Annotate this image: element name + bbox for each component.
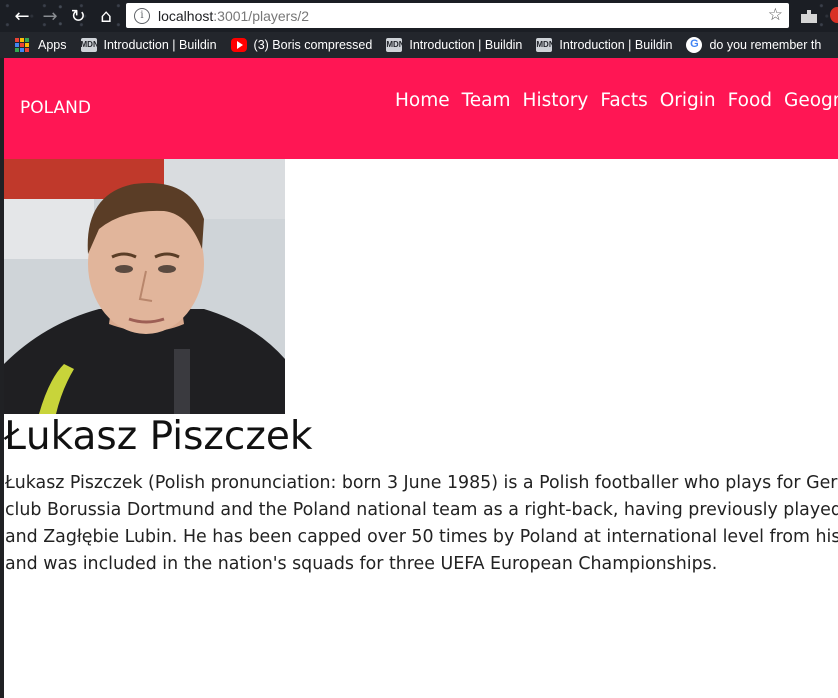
url-text: localhost:3001/players/2 xyxy=(158,7,309,24)
nav-food[interactable]: Food xyxy=(728,90,772,111)
main-nav: Home Team History Facts Origin Food Geog… xyxy=(395,90,838,111)
player-bio: Łukasz Piszczek (Polish pronunciation: b… xyxy=(5,470,838,578)
bio-line: club Borussia Dortmund and the Poland na… xyxy=(5,500,838,520)
youtube-icon xyxy=(230,38,247,52)
bookmarks-bar: Apps MDN Introduction | Buildin (3) Bori… xyxy=(0,32,838,58)
info-icon[interactable]: i xyxy=(134,7,150,24)
bookmark-google[interactable]: G do you remember th xyxy=(686,37,821,53)
bookmark-mdn-2[interactable]: MDN Introduction | Buildin xyxy=(386,38,522,52)
nav-home[interactable]: Home xyxy=(395,90,450,111)
mdn-icon: MDN xyxy=(80,38,99,52)
back-button[interactable]: ← xyxy=(10,4,34,28)
reload-icon: ↻ xyxy=(70,5,86,27)
player-photo xyxy=(4,159,285,414)
apps-grid-icon xyxy=(15,38,29,52)
reload-button[interactable]: ↻ xyxy=(66,4,90,28)
bookmark-youtube[interactable]: (3) Boris compressed xyxy=(230,38,373,52)
bookmark-mdn-1[interactable]: MDN Introduction | Buildin xyxy=(80,38,217,52)
address-bar[interactable]: i localhost:3001/players/2 ☆ xyxy=(126,3,789,28)
site-brand[interactable]: POLAND xyxy=(20,98,91,118)
mdn-icon: MDN xyxy=(386,38,405,52)
bookmark-label: (3) Boris compressed xyxy=(253,38,373,52)
nav-geography[interactable]: Geogra xyxy=(784,90,838,111)
mdn-icon: MDN xyxy=(536,38,555,52)
extension-puzzle-icon[interactable] xyxy=(798,6,820,26)
bio-line: and was included in the nation's squads … xyxy=(5,554,718,574)
google-icon: G xyxy=(686,37,703,53)
bookmark-label: Introduction | Buildin xyxy=(559,38,673,52)
bookmark-mdn-3[interactable]: MDN Introduction | Buildin xyxy=(536,38,672,52)
home-button[interactable]: ⌂ xyxy=(94,4,118,28)
extension-red-icon[interactable] xyxy=(830,7,838,23)
bookmark-label: do you remember th xyxy=(709,38,822,52)
back-arrow-icon: ← xyxy=(14,5,30,27)
bookmark-apps[interactable]: Apps xyxy=(0,38,67,52)
forward-arrow-icon: → xyxy=(42,5,58,27)
nav-history[interactable]: History xyxy=(523,90,589,111)
forward-button[interactable]: → xyxy=(38,4,62,28)
home-icon: ⌂ xyxy=(100,5,112,27)
player-name: Łukasz Piszczek xyxy=(4,414,313,459)
browser-toolbar: ← → ↻ ⌂ i localhost:3001/players/2 ☆ xyxy=(0,0,838,32)
bio-line: Łukasz Piszczek (Polish pronunciation: b… xyxy=(5,473,838,493)
nav-facts[interactable]: Facts xyxy=(600,90,647,111)
bio-line: and Zagłębie Lubin. He has been capped o… xyxy=(5,527,838,547)
bookmark-label: Apps xyxy=(38,38,67,52)
site-header: POLAND Home Team History Facts Origin Fo… xyxy=(4,58,838,159)
bookmark-label: Introduction | Buildin xyxy=(409,38,523,52)
nav-origin[interactable]: Origin xyxy=(660,90,716,111)
bookmark-label: Introduction | Buildin xyxy=(103,38,217,52)
bookmark-star-icon[interactable]: ☆ xyxy=(768,5,783,25)
nav-team[interactable]: Team xyxy=(462,90,511,111)
